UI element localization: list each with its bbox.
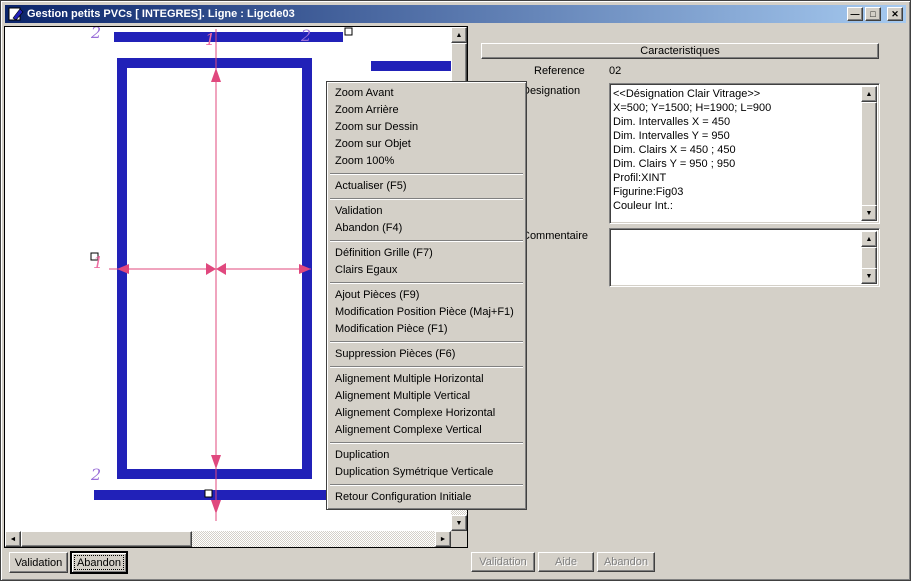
maximize-button[interactable]: □	[865, 7, 881, 21]
reference-value: 02	[609, 65, 621, 77]
panel-aide-button[interactable]: Aide	[538, 552, 594, 572]
designation-scrollbar[interactable]: ▲ ▼	[861, 86, 877, 221]
designation-text: <<Désignation Clair Vitrage>>X=500; Y=15…	[613, 87, 860, 220]
scroll-up-button[interactable]: ▲	[451, 27, 467, 43]
abandon-button[interactable]: Abandon	[71, 552, 127, 573]
menu-item[interactable]: Zoom sur Dessin	[329, 119, 524, 136]
menu-separator	[330, 173, 523, 175]
menu-item[interactable]: Alignement Complexe Horizontal	[329, 405, 524, 422]
app-window: Gestion petits PVCs [ INTEGRES]. Ligne :…	[0, 0, 911, 581]
scroll-right-button[interactable]: ►	[435, 531, 451, 547]
designation-line: <<Désignation Clair Vitrage>>	[613, 87, 860, 101]
scroll-down-button[interactable]: ▼	[861, 205, 877, 221]
panel-abandon-button[interactable]: Abandon	[597, 552, 655, 572]
menu-item[interactable]: Ajout Pièces (F9)	[329, 287, 524, 304]
menu-separator	[330, 240, 523, 242]
menu-separator	[330, 282, 523, 284]
menu-separator	[330, 198, 523, 200]
reference-label: Reference	[534, 65, 585, 77]
menu-item[interactable]: Suppression Pièces (F6)	[329, 346, 524, 363]
menu-item[interactable]: Actualiser (F5)	[329, 178, 524, 195]
window-title: Gestion petits PVCs [ INTEGRES]. Ligne :…	[27, 8, 847, 20]
dimension-label: 2	[91, 27, 101, 41]
dimension-label: 2	[91, 467, 101, 483]
menu-separator	[330, 442, 523, 444]
menu-item[interactable]: Alignement Complexe Vertical	[329, 422, 524, 439]
panel-validation-button[interactable]: Validation	[471, 552, 535, 572]
validation-button[interactable]: Validation	[9, 552, 68, 573]
app-icon	[8, 6, 24, 22]
menu-item[interactable]: Modification Pièce (F1)	[329, 321, 524, 338]
scroll-up-button[interactable]: ▲	[861, 231, 877, 247]
menu-separator	[330, 366, 523, 368]
menu-item[interactable]: Duplication Symétrique Verticale	[329, 464, 524, 481]
menu-separator	[330, 341, 523, 343]
designation-line: Dim. Intervalles X = 450	[613, 115, 860, 129]
scrollbar-corner	[451, 531, 467, 547]
menu-item[interactable]: Définition Grille (F7)	[329, 245, 524, 262]
designation-line: Dim. Clairs X = 450 ; 450	[613, 143, 860, 157]
menu-separator	[330, 484, 523, 486]
horizontal-scroll-thumb[interactable]	[21, 531, 192, 547]
dimension-label: 1	[93, 255, 103, 271]
titlebar[interactable]: Gestion petits PVCs [ INTEGRES]. Ligne :…	[5, 5, 906, 23]
caracteristiques-header[interactable]: Caracteristiques	[481, 43, 879, 59]
scroll-left-button[interactable]: ◄	[5, 531, 21, 547]
designation-line: Profil:XINT	[613, 171, 860, 185]
dimension-label: 1	[205, 32, 215, 48]
menu-item[interactable]: Zoom Avant	[329, 85, 524, 102]
commentaire-box[interactable]: ▲ ▼	[609, 228, 880, 287]
menu-item[interactable]: Zoom 100%	[329, 153, 524, 170]
dimension-label: 2	[301, 28, 311, 44]
commentaire-scroll-thumb[interactable]	[861, 247, 877, 270]
minimize-button[interactable]: —	[847, 7, 863, 21]
designation-scroll-thumb[interactable]	[861, 102, 877, 207]
commentaire-text	[613, 232, 860, 283]
context-menu: Zoom AvantZoom ArrièreZoom sur DessinZoo…	[326, 81, 527, 510]
commentaire-label: Commentaire	[522, 230, 588, 242]
menu-item[interactable]: Zoom sur Objet	[329, 136, 524, 153]
close-button[interactable]: ✕	[887, 7, 903, 21]
menu-item[interactable]: Alignement Multiple Horizontal	[329, 371, 524, 388]
scroll-down-button[interactable]: ▼	[861, 268, 877, 284]
menu-item[interactable]: Validation	[329, 203, 524, 220]
canvas-horizontal-scrollbar[interactable]: ◄ ►	[5, 531, 451, 547]
scroll-down-button[interactable]: ▼	[451, 515, 467, 531]
menu-item[interactable]: Duplication	[329, 447, 524, 464]
menu-item[interactable]: Abandon (F4)	[329, 220, 524, 237]
menu-item[interactable]: Clairs Egaux	[329, 262, 524, 279]
designation-line: Dim. Intervalles Y = 950	[613, 129, 860, 143]
designation-line: Figurine:Fig03	[613, 185, 860, 199]
designation-line: Couleur Int.:	[613, 199, 860, 213]
menu-item[interactable]: Zoom Arrière	[329, 102, 524, 119]
window-controls: — □ ✕	[847, 7, 903, 21]
designation-box[interactable]: <<Désignation Clair Vitrage>>X=500; Y=15…	[609, 83, 880, 224]
menu-item[interactable]: Alignement Multiple Vertical	[329, 388, 524, 405]
scroll-up-button[interactable]: ▲	[861, 86, 877, 102]
designation-line: X=500; Y=1500; H=1900; L=900	[613, 101, 860, 115]
designation-line: Dim. Clairs Y = 950 ; 950	[613, 157, 860, 171]
menu-item[interactable]: Retour Configuration Initiale	[329, 489, 524, 506]
commentaire-scrollbar[interactable]: ▲ ▼	[861, 231, 877, 284]
menu-item[interactable]: Modification Position Pièce (Maj+F1)	[329, 304, 524, 321]
designation-label: Designation	[522, 85, 580, 97]
